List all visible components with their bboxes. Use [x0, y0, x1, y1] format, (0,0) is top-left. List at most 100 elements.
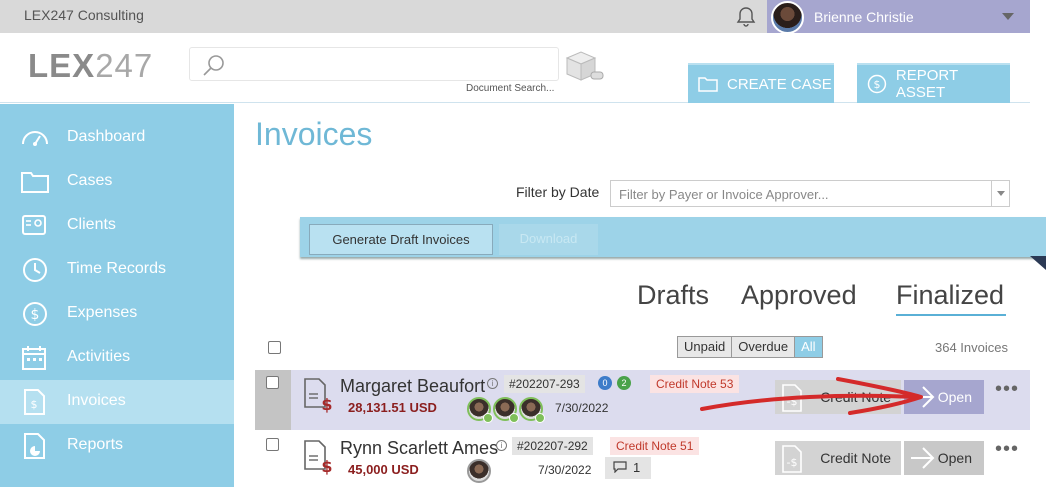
- filter-by-date-link[interactable]: Filter by Date: [516, 184, 599, 200]
- row-checkbox[interactable]: [266, 376, 279, 389]
- approved-check-icon: [509, 413, 519, 423]
- credit-note-tag[interactable]: Credit Note 53: [650, 375, 740, 393]
- invoice-amount: 45,000 USD: [348, 462, 419, 477]
- approved-check-icon: [483, 413, 493, 423]
- svg-text:-$: -$: [787, 456, 798, 469]
- dollar-circle-icon: $: [23, 302, 47, 326]
- payer-approver-filter-select[interactable]: Filter by Payer or Invoice Approver...: [610, 180, 1010, 207]
- sidebar-item-cases[interactable]: Cases: [0, 160, 234, 204]
- report-asset-button[interactable]: $ REPORT ASSET: [857, 63, 1010, 103]
- avatar: [771, 1, 804, 34]
- sidebar-item-reports[interactable]: Reports: [0, 424, 234, 468]
- invoice-document-icon: $: [304, 440, 333, 476]
- active-tab-underline: [896, 314, 1006, 316]
- sidebar-item-label: Invoices: [67, 392, 126, 409]
- sidebar-item-dashboard[interactable]: Dashboard: [0, 116, 234, 160]
- dollar-circle-icon: $: [867, 74, 887, 94]
- credit-note-label: Credit Note: [820, 450, 891, 466]
- search-hint: Document Search...: [466, 83, 555, 94]
- segment-all[interactable]: All: [795, 337, 822, 357]
- table-row[interactable]: $ Rynn Scarlett Ames i 45,000 USD #20220…: [255, 432, 1030, 487]
- package-icon[interactable]: [563, 49, 605, 83]
- credit-note-icon: -$: [782, 384, 802, 412]
- comment-count: 1: [633, 460, 641, 475]
- sidebar-item-label: Clients: [67, 216, 116, 233]
- sidebar-item-label: Dashboard: [67, 128, 146, 145]
- approved-check-icon: [535, 413, 545, 423]
- filter-placeholder: Filter by Payer or Invoice Approver...: [619, 187, 829, 202]
- tab-approved[interactable]: Approved: [741, 280, 857, 311]
- open-label: Open: [937, 450, 972, 466]
- contact-card-icon: [22, 215, 46, 235]
- comments-badge[interactable]: 1: [605, 457, 651, 479]
- sidebar: Dashboard Cases Clients Time Records $ E…: [0, 104, 234, 487]
- logo[interactable]: LEX247: [28, 47, 153, 85]
- approver-avatar: [467, 397, 493, 423]
- more-options-icon[interactable]: •••: [995, 438, 1019, 461]
- svg-text:$: $: [873, 78, 880, 91]
- chevron-down-icon[interactable]: [991, 181, 1009, 206]
- logo-bold-text: LEX: [28, 47, 96, 84]
- info-icon[interactable]: i: [496, 440, 507, 451]
- sidebar-item-label: Time Records: [67, 260, 166, 277]
- sidebar-item-label: Cases: [67, 172, 113, 189]
- sidebar-item-time-records[interactable]: Time Records: [0, 248, 234, 292]
- header: LEX247 Document Search... CREATE CASE $ …: [0, 33, 1030, 103]
- svg-text:$: $: [321, 457, 332, 476]
- create-case-button[interactable]: CREATE CASE: [688, 63, 834, 103]
- select-all-checkbox[interactable]: [268, 341, 281, 354]
- download-button[interactable]: Download: [499, 224, 598, 255]
- page-title: Invoices: [255, 116, 373, 152]
- invoice-number[interactable]: #202207-292: [512, 437, 593, 455]
- arrow-right-icon: [911, 447, 935, 469]
- blue-count-badge: 0: [598, 376, 612, 390]
- create-case-label: CREATE CASE: [727, 75, 832, 93]
- sidebar-item-label: Activities: [67, 348, 131, 365]
- document-search-input[interactable]: [189, 47, 559, 81]
- tab-finalized[interactable]: Finalized: [896, 280, 1004, 311]
- table-row[interactable]: $ Margaret Beaufort i 28,131.51 USD #202…: [255, 370, 1030, 430]
- sidebar-item-invoices[interactable]: $ Invoices: [0, 380, 234, 424]
- open-button[interactable]: Open: [904, 380, 984, 414]
- credit-note-tag[interactable]: Credit Note 51: [610, 437, 700, 455]
- approver-avatar: [519, 397, 545, 423]
- open-label: Open: [937, 389, 972, 405]
- calendar-icon: [22, 346, 46, 370]
- approver-avatar: [493, 397, 519, 423]
- credit-note-label: Credit Note: [820, 389, 891, 405]
- open-button[interactable]: Open: [904, 441, 984, 475]
- status-filter-segments: Unpaid Overdue All: [677, 336, 823, 358]
- svg-text:$: $: [31, 398, 38, 411]
- chevron-down-icon: [1002, 13, 1014, 20]
- arrow-right-icon: [911, 386, 935, 408]
- tab-drafts[interactable]: Drafts: [637, 280, 709, 311]
- client-name[interactable]: Margaret Beaufort: [340, 376, 485, 397]
- comment-icon: [613, 461, 627, 474]
- segment-unpaid[interactable]: Unpaid: [678, 337, 733, 357]
- sidebar-item-clients[interactable]: Clients: [0, 204, 234, 248]
- segment-overdue[interactable]: Overdue: [732, 337, 796, 357]
- credit-note-icon: -$: [782, 445, 802, 473]
- generate-draft-invoices-button[interactable]: Generate Draft Invoices: [309, 224, 493, 255]
- invoice-date: 7/30/2022: [555, 401, 609, 415]
- invoice-date: 7/30/2022: [538, 463, 592, 477]
- sidebar-item-expenses[interactable]: $ Expenses: [0, 292, 234, 336]
- bell-icon[interactable]: [734, 5, 758, 29]
- sidebar-item-activities[interactable]: Activities: [0, 336, 234, 380]
- top-bar: LEX247 Consulting Brienne Christie: [0, 0, 1030, 34]
- gauge-icon: [22, 131, 48, 146]
- svg-text:$: $: [321, 395, 332, 414]
- credit-note-button[interactable]: -$ Credit Note: [775, 380, 901, 414]
- user-menu[interactable]: Brienne Christie: [767, 0, 1030, 34]
- company-name: LEX247 Consulting: [24, 7, 144, 23]
- svg-text:-$: -$: [787, 395, 798, 408]
- invoice-amount: 28,131.51 USD: [348, 400, 437, 415]
- info-icon[interactable]: i: [487, 378, 498, 389]
- row-checkbox[interactable]: [266, 438, 279, 451]
- more-options-icon[interactable]: •••: [995, 378, 1019, 401]
- action-bar: Generate Draft Invoices Download: [300, 217, 1046, 257]
- client-name[interactable]: Rynn Scarlett Ames: [340, 438, 498, 459]
- invoice-icon: $: [24, 389, 45, 415]
- credit-note-button[interactable]: -$ Credit Note: [775, 441, 901, 475]
- invoice-number[interactable]: #202207-293: [504, 375, 585, 393]
